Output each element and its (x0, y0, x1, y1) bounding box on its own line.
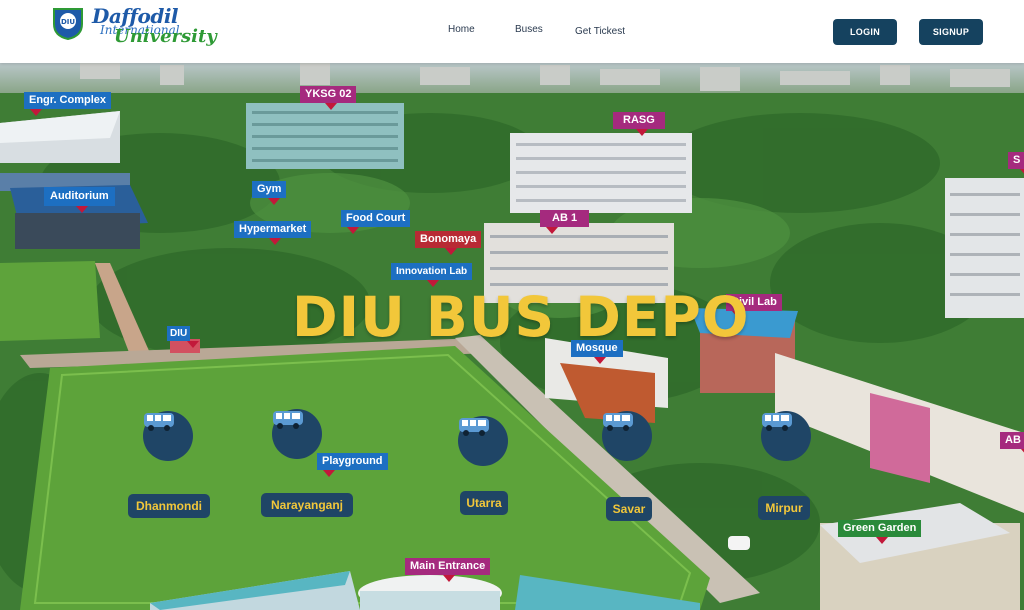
stop-dhanmondi-bus-icon[interactable] (143, 411, 193, 461)
stop-dhanmondi-label[interactable]: Dhanmondi (128, 494, 210, 518)
nav-tickets-link[interactable]: Get Tickest (575, 26, 625, 37)
place-label-gym: Gym (252, 181, 287, 205)
place-label-edge-top: S (1008, 152, 1024, 176)
stop-narayanganj-label[interactable]: Narayanganj (261, 493, 353, 517)
place-label-green-garden: Green Garden (838, 520, 922, 544)
place-label-innovation-lab: Innovation Lab (391, 263, 473, 287)
crest-text: DIU (61, 18, 75, 26)
brand-university: University (114, 26, 217, 47)
bus-icon (762, 413, 792, 431)
stop-savar-bus-icon[interactable] (602, 411, 652, 461)
stop-narayanganj-bus-icon[interactable] (272, 409, 322, 459)
campus-aerial-view: Engr. Complex YKSG 02 RASG Auditorium Gy… (0, 63, 1024, 610)
bus-icon (603, 413, 633, 431)
stop-savar-label[interactable]: Savar (606, 497, 652, 521)
place-label-playground: Playground (317, 453, 388, 477)
stop-utarra-label[interactable]: Utarra (460, 491, 508, 515)
place-label-bonomaya: Bonomaya (415, 231, 482, 255)
nav-buses-link[interactable]: Buses (515, 24, 543, 35)
bus-icon (459, 418, 489, 436)
place-label-yksg: YKSG 02 (300, 86, 357, 110)
signup-button[interactable]: SIGNUP (919, 19, 983, 45)
stop-mirpur-label[interactable]: Mirpur (758, 496, 810, 520)
crest-icon: DIU (53, 8, 83, 40)
place-label-diu-sign: DIU (167, 326, 200, 348)
page-title: DIU BUS DEPO (292, 285, 750, 349)
place-label-main-entrance: Main Entrance (405, 558, 491, 582)
place-label-rasg: RASG (613, 112, 665, 136)
university-logo[interactable]: DIU Daffodil International University (52, 4, 217, 48)
place-label-auditorium: Auditorium (44, 187, 115, 213)
place-label-ab1: AB 1 (540, 210, 590, 234)
bus-icon (144, 413, 174, 431)
site-header: DIU Daffodil International University Ho… (0, 0, 1024, 63)
nav-home-link[interactable]: Home (448, 24, 475, 35)
place-label-edge-right: AB (1000, 432, 1024, 456)
stop-utarra-bus-icon[interactable] (458, 416, 508, 466)
login-button[interactable]: LOGIN (833, 19, 897, 45)
place-label-engr-complex: Engr. Complex (24, 92, 112, 116)
stop-mirpur-bus-icon[interactable] (761, 411, 811, 461)
place-label-food-court: Food Court (341, 210, 411, 234)
bus-icon (273, 411, 303, 429)
place-label-hypermarket: Hypermarket (234, 221, 312, 245)
